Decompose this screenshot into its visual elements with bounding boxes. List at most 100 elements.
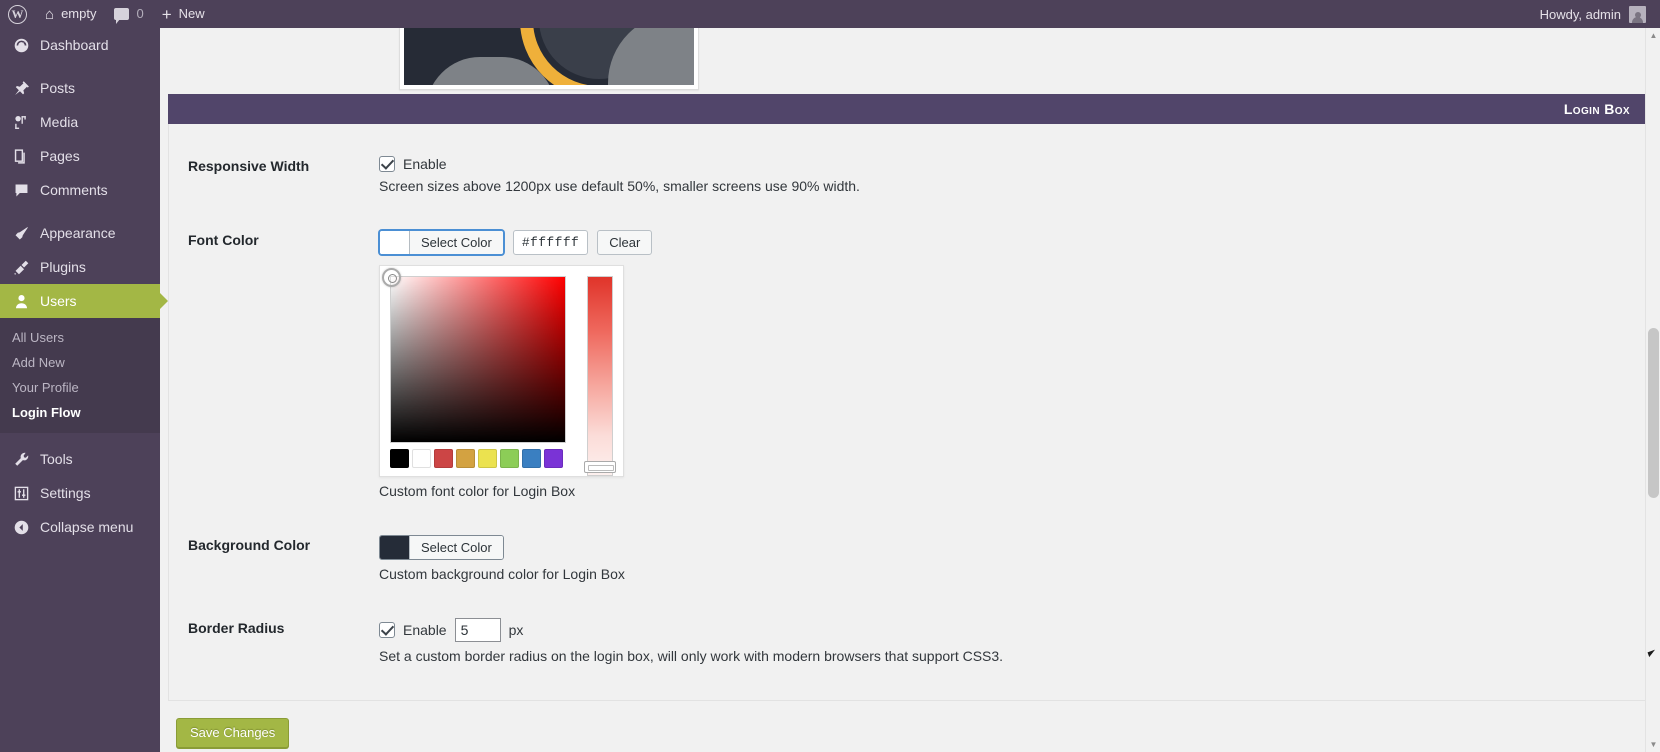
sidebar-item-label: Comments bbox=[40, 182, 108, 198]
palette-swatch-1[interactable] bbox=[412, 449, 431, 468]
background-color-button-row: Select Color bbox=[379, 535, 1641, 560]
user-icon bbox=[12, 292, 31, 311]
wrench-icon bbox=[12, 450, 31, 469]
admin-bar: W ⌂ empty 0 + New Howdy, admin bbox=[0, 0, 1660, 28]
sidebar-item-pages[interactable]: Pages bbox=[0, 139, 160, 173]
saturation-value-handle[interactable] bbox=[382, 268, 401, 287]
palette-swatch-4[interactable] bbox=[478, 449, 497, 468]
section-title: Login Box bbox=[1563, 101, 1630, 117]
border-radius-input[interactable] bbox=[454, 618, 501, 642]
background-color-control: Select Color Custom background color for… bbox=[379, 517, 1651, 600]
border-radius-checkbox[interactable] bbox=[379, 622, 395, 638]
save-changes-button[interactable]: Save Changes bbox=[176, 718, 290, 748]
sidebar-item-posts[interactable]: Posts bbox=[0, 71, 160, 105]
form-actions: Save Changes bbox=[168, 701, 1652, 748]
font-color-picker-panel[interactable] bbox=[379, 265, 624, 477]
responsive-width-description: Screen sizes above 1200px use default 50… bbox=[379, 178, 860, 194]
palette-swatch-2[interactable] bbox=[434, 449, 453, 468]
sidebar-item-collapse-menu[interactable]: Collapse menu bbox=[0, 510, 160, 544]
settings-form: Login Box Responsive Width Enable Screen… bbox=[168, 28, 1652, 748]
background-color-select-color-button[interactable]: Select Color bbox=[379, 535, 504, 560]
font-color-hex-input[interactable]: #ffffff bbox=[512, 230, 589, 255]
new-content-menu[interactable]: + New bbox=[153, 0, 214, 28]
sidebar-item-label: Users bbox=[40, 293, 77, 309]
scroll-up-arrow-icon[interactable]: ▲ bbox=[1646, 28, 1660, 43]
field-row-font-color: Font Color Select Color #ffffff Clear Cu… bbox=[169, 212, 1651, 517]
logo-preview-thumbnail[interactable] bbox=[399, 28, 699, 90]
font-color-button-row: Select Color #ffffff Clear bbox=[379, 230, 1641, 255]
users-submenu: All Users Add New Your Profile Login Flo… bbox=[0, 318, 160, 433]
responsive-width-checkbox[interactable] bbox=[379, 156, 395, 172]
admin-sidebar: Dashboard Posts Media Pages Comments App… bbox=[0, 28, 168, 752]
responsive-width-label: Responsive Width bbox=[188, 158, 310, 174]
hue-strip-handle[interactable] bbox=[584, 461, 616, 473]
plus-icon: + bbox=[161, 4, 172, 24]
sidebar-item-label: Pages bbox=[40, 148, 80, 164]
palette-swatch-7[interactable] bbox=[544, 449, 563, 468]
sidebar-item-plugins[interactable]: Plugins bbox=[0, 250, 160, 284]
sidebar-item-label: Media bbox=[40, 114, 79, 130]
palette-swatch-6[interactable] bbox=[522, 449, 541, 468]
field-row-border-radius: Border Radius Enable px Set a custom bor… bbox=[169, 600, 1651, 682]
sidebar-item-label: Tools bbox=[40, 451, 73, 467]
sidebar-item-users[interactable]: Users bbox=[0, 284, 168, 318]
sidebar-item-comments[interactable]: Comments bbox=[0, 173, 160, 207]
font-color-swatch bbox=[380, 231, 410, 254]
sidebar-item-tools[interactable]: Tools bbox=[0, 442, 160, 476]
pages-icon bbox=[12, 147, 31, 166]
sidebar-divider bbox=[0, 433, 160, 442]
font-color-clear-button[interactable]: Clear bbox=[597, 230, 653, 255]
sidebar-subitem-your-profile[interactable]: Your Profile bbox=[0, 375, 160, 400]
logo-preview-strip bbox=[168, 28, 1652, 94]
comment-bubble-icon bbox=[114, 8, 130, 24]
background-color-swatch bbox=[380, 536, 410, 559]
border-radius-label: Border Radius bbox=[188, 620, 285, 636]
comments-count: 0 bbox=[136, 6, 144, 21]
login-box-settings-panel: Responsive Width Enable Screen sizes abo… bbox=[168, 124, 1652, 701]
sidebar-subitem-login-flow[interactable]: Login Flow bbox=[0, 400, 160, 425]
scroll-down-arrow-icon[interactable]: ▼ bbox=[1646, 737, 1660, 752]
border-radius-unit-label: px bbox=[508, 622, 524, 638]
responsive-width-control: Enable Screen sizes above 1200px use def… bbox=[379, 138, 1651, 212]
responsive-width-checkbox-row[interactable]: Enable bbox=[379, 156, 1641, 172]
media-icon bbox=[12, 113, 31, 132]
sidebar-item-label: Posts bbox=[40, 80, 76, 96]
dashboard-icon bbox=[12, 36, 31, 55]
border-radius-description: Set a custom border radius on the login … bbox=[379, 648, 1004, 664]
plug-icon bbox=[12, 258, 31, 277]
sidebar-subitem-add-new[interactable]: Add New bbox=[0, 350, 160, 375]
site-name-menu[interactable]: ⌂ empty bbox=[36, 0, 105, 28]
my-account-menu[interactable]: Howdy, admin bbox=[1539, 5, 1660, 23]
responsive-width-checkbox-label: Enable bbox=[403, 156, 447, 172]
sidebar-item-label: Collapse menu bbox=[40, 519, 134, 535]
sidebar-item-media[interactable]: Media bbox=[0, 105, 160, 139]
howdy-label: Howdy, admin bbox=[1539, 6, 1621, 22]
color-saturation-value-square[interactable] bbox=[382, 268, 566, 443]
wordpress-logo-menu[interactable]: W bbox=[0, 0, 36, 28]
palette-swatch-0[interactable] bbox=[390, 449, 409, 468]
scrollbar-thumb[interactable] bbox=[1648, 328, 1659, 498]
settings-icon bbox=[12, 484, 31, 503]
border-radius-control: Enable px Set a custom border radius on … bbox=[379, 600, 1651, 682]
sidebar-item-label: Appearance bbox=[40, 225, 116, 241]
font-color-description: Custom font color for Login Box bbox=[379, 483, 576, 499]
comments-menu[interactable]: 0 bbox=[105, 0, 152, 28]
palette-swatch-3[interactable] bbox=[456, 449, 475, 468]
font-color-select-color-button[interactable]: Select Color bbox=[379, 230, 504, 255]
color-hue-strip[interactable] bbox=[584, 276, 616, 476]
sidebar-item-settings[interactable]: Settings bbox=[0, 476, 160, 510]
sidebar-subitem-all-users[interactable]: All Users bbox=[0, 325, 160, 350]
sidebar-item-label: Dashboard bbox=[40, 37, 109, 53]
avatar bbox=[1629, 5, 1646, 23]
field-row-responsive-width: Responsive Width Enable Screen sizes abo… bbox=[169, 138, 1651, 212]
sidebar-item-dashboard[interactable]: Dashboard bbox=[0, 28, 160, 62]
brush-icon bbox=[12, 224, 31, 243]
background-color-label: Background Color bbox=[188, 537, 311, 553]
palette-swatch-5[interactable] bbox=[500, 449, 519, 468]
sidebar-item-appearance[interactable]: Appearance bbox=[0, 216, 160, 250]
main-content: Login Box Responsive Width Enable Screen… bbox=[160, 28, 1660, 752]
new-label: New bbox=[178, 6, 205, 21]
collapse-icon bbox=[12, 518, 31, 537]
page-scrollbar[interactable]: ▲ ▼ bbox=[1645, 28, 1660, 752]
border-radius-row: Enable px bbox=[379, 618, 1641, 642]
